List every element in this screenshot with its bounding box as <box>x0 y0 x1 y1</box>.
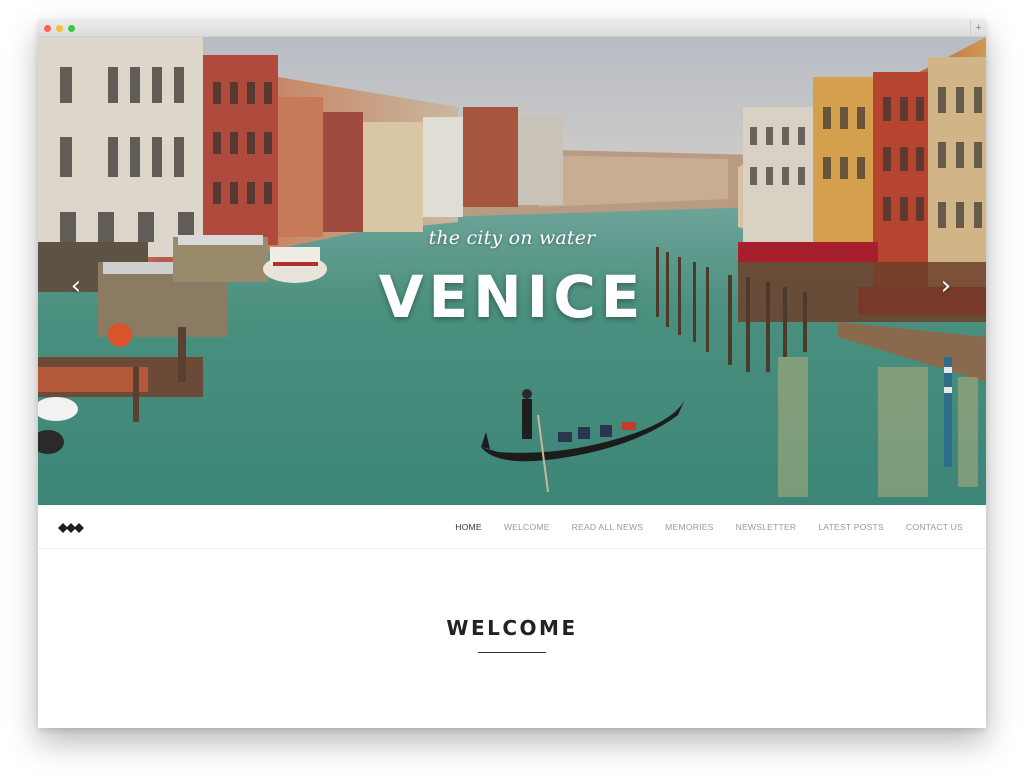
nav-item-memories[interactable]: MEMORIES <box>665 522 713 532</box>
hero-slider: the city on water VENICE ‹ › <box>38 37 986 505</box>
nav-item-latest-posts[interactable]: LATEST POSTS <box>818 522 884 532</box>
welcome-heading: WELCOME <box>446 616 578 640</box>
nav-item-welcome[interactable]: WELCOME <box>504 522 550 532</box>
browser-titlebar: + <box>38 20 986 37</box>
new-tab-button[interactable]: + <box>970 20 986 36</box>
chevron-left-icon[interactable]: ‹ <box>66 273 86 299</box>
chevron-right-icon[interactable]: › <box>936 273 956 299</box>
nav-item-read-all-news[interactable]: READ ALL NEWS <box>572 522 644 532</box>
close-window-button[interactable] <box>44 25 51 32</box>
heading-underline <box>478 652 546 653</box>
diamond-logo-icon[interactable] <box>58 521 84 539</box>
maximize-window-button[interactable] <box>68 25 75 32</box>
hero-title: VENICE <box>378 263 646 331</box>
nav-menu: HOME WELCOME READ ALL NEWS MEMORIES NEWS… <box>433 505 963 549</box>
welcome-section: WELCOME <box>38 549 986 728</box>
browser-window: + the city on water VENICE ‹ › HOME WELC… <box>38 20 986 728</box>
main-navbar: HOME WELCOME READ ALL NEWS MEMORIES NEWS… <box>38 505 986 549</box>
nav-item-home[interactable]: HOME <box>455 522 482 532</box>
nav-item-newsletter[interactable]: NEWSLETTER <box>736 522 797 532</box>
nav-item-contact-us[interactable]: CONTACT US <box>906 522 963 532</box>
minimize-window-button[interactable] <box>56 25 63 32</box>
hero-tagline: the city on water <box>428 227 596 249</box>
